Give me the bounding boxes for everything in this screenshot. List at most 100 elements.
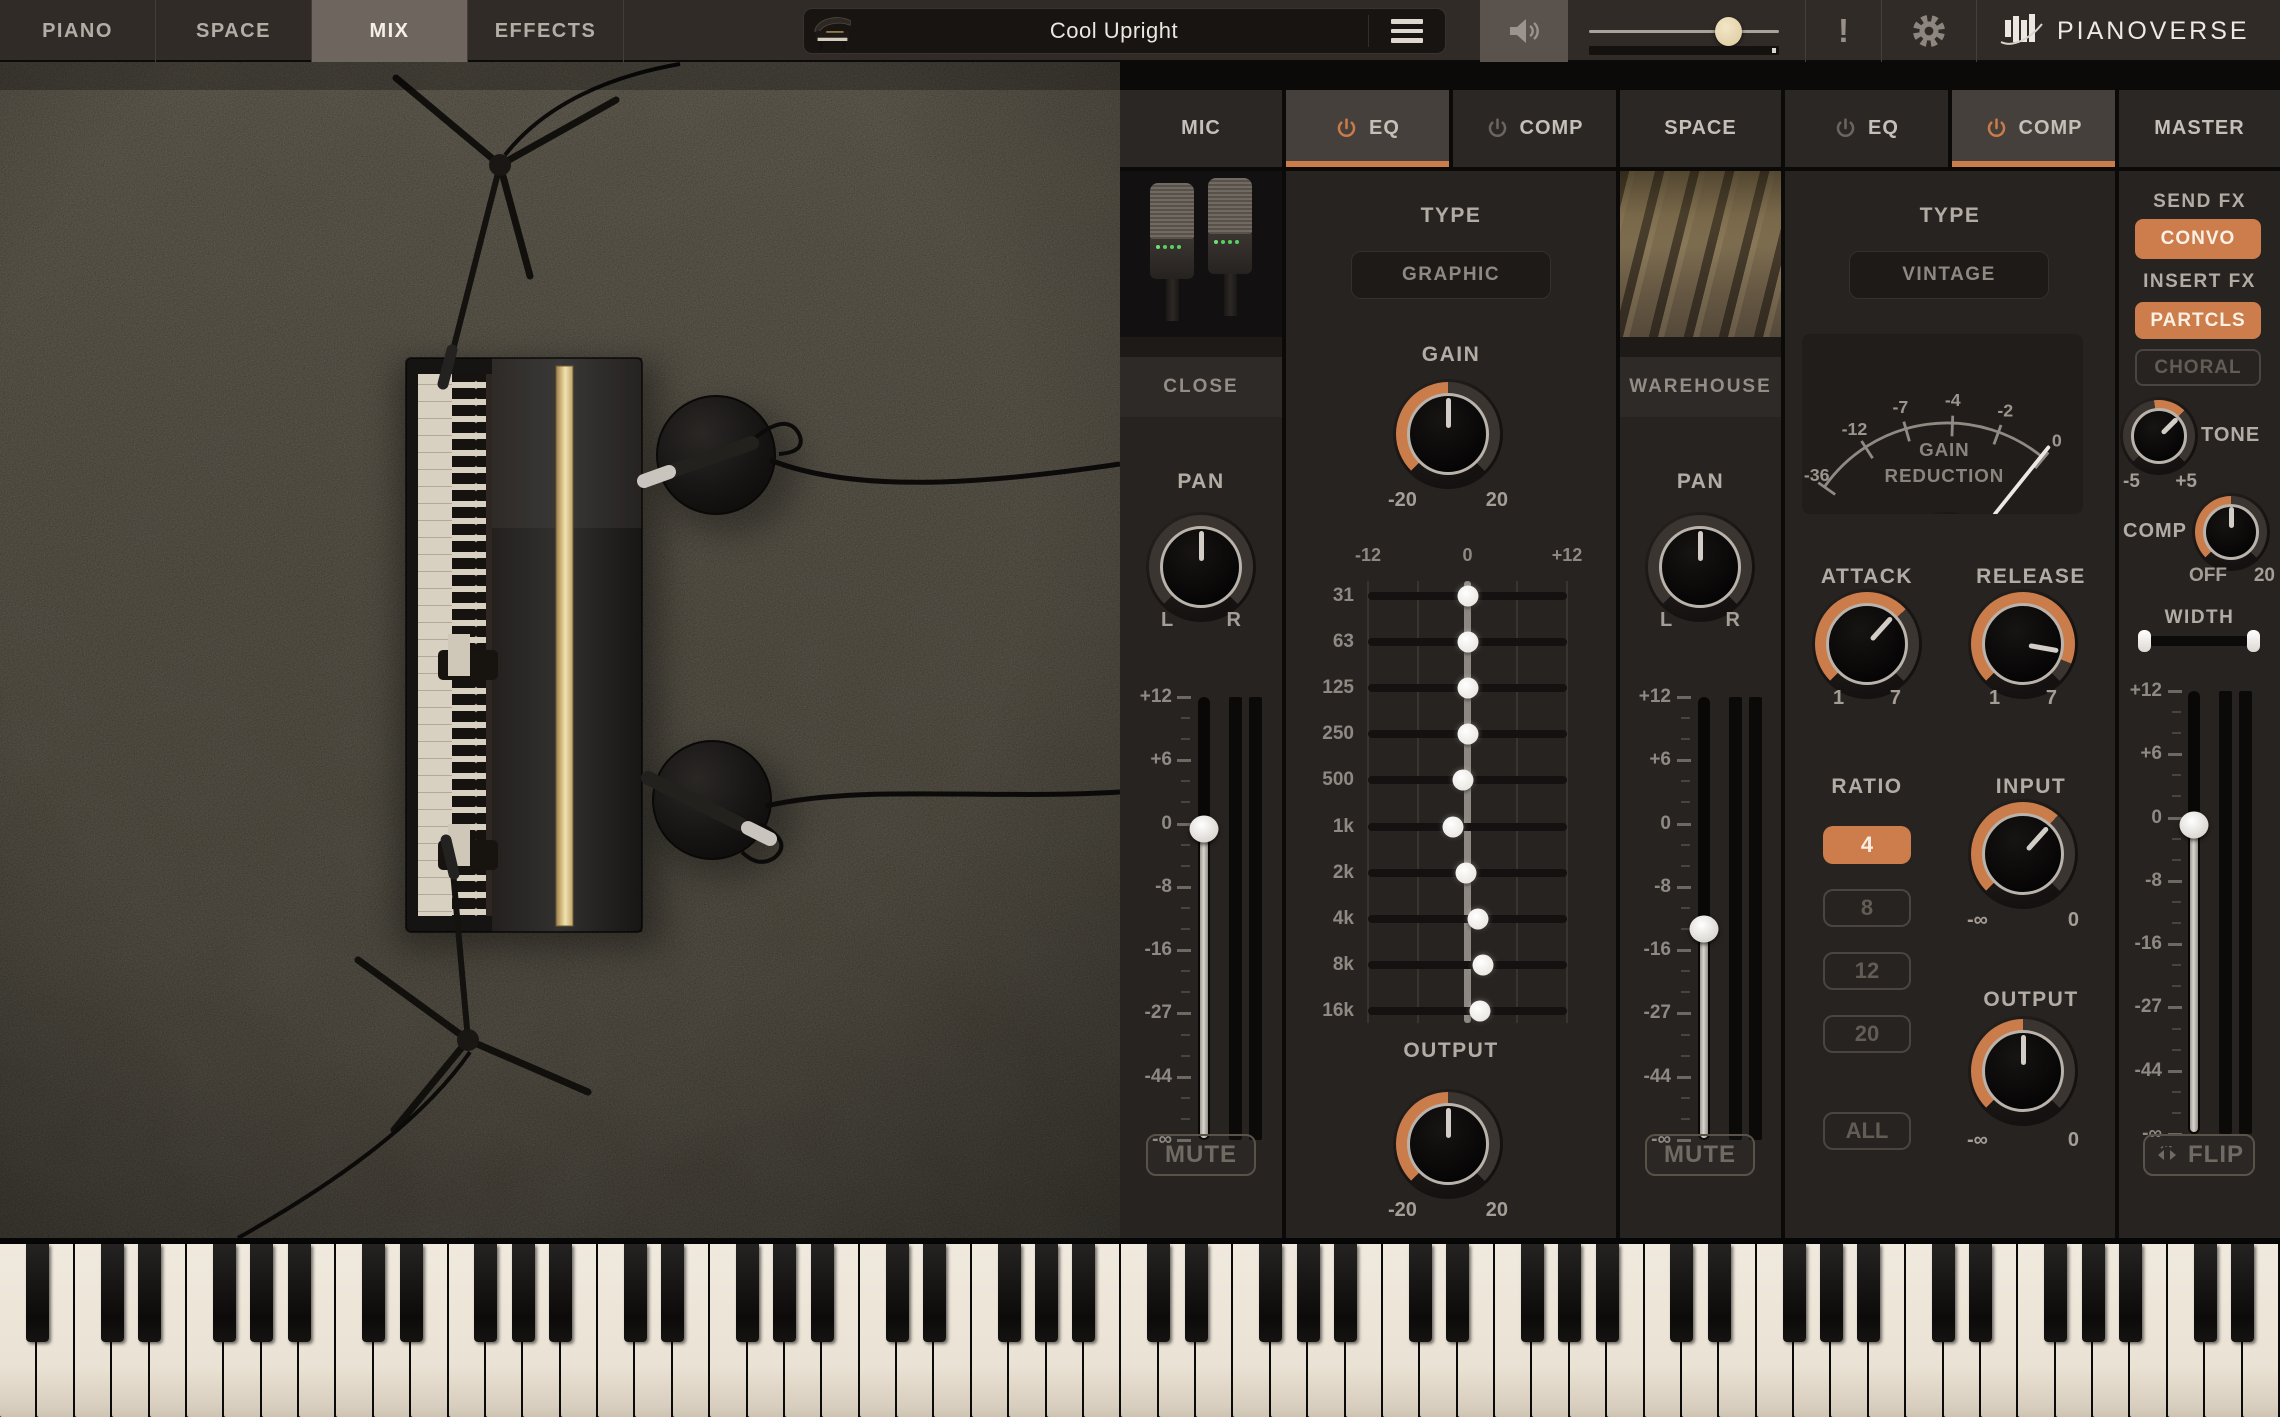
eq-band-handle[interactable] [1457,678,1478,699]
ratio-option-12[interactable]: 12 [1823,952,1911,990]
mic-pan-knob[interactable] [1149,515,1253,619]
tab-mix[interactable]: MIX [312,0,468,62]
master-fader[interactable]: +12+60-8-16-27-44-∞ [2119,691,2280,1134]
fader-handle[interactable] [1190,816,1219,843]
black-key[interactable] [2044,1244,2067,1342]
eq-output-knob[interactable] [1396,1092,1500,1196]
release-knob[interactable] [1971,592,2075,696]
power-icon[interactable] [1486,117,1509,140]
speaker-icon[interactable] [1480,0,1568,62]
width-slider[interactable] [2138,630,2260,652]
eq-band-handle[interactable] [1452,770,1473,791]
black-key[interactable] [1035,1244,1058,1342]
fader-handle[interactable] [2180,811,2209,838]
attack-knob[interactable] [1815,592,1919,696]
eq-type-button[interactable]: GRAPHIC [1351,251,1551,299]
black-key[interactable] [474,1244,497,1342]
black-key[interactable] [998,1244,1021,1342]
ratio-option-4[interactable]: 4 [1823,826,1911,864]
black-key[interactable] [1820,1244,1843,1342]
black-key[interactable] [549,1244,572,1342]
convo-button[interactable]: CONVO [2135,219,2261,259]
tone-knob[interactable] [2123,400,2195,472]
ratio-option-20[interactable]: 20 [1823,1015,1911,1053]
mic-position-label[interactable]: CLOSE [1120,357,1282,417]
channel-tab-space-comp[interactable]: COMP [1952,90,2115,167]
eq-band-handle[interactable] [1468,908,1489,929]
black-key[interactable] [512,1244,535,1342]
eq-gain-knob[interactable] [1396,382,1500,486]
space-type-label[interactable]: WAREHOUSE [1620,357,1781,417]
black-key[interactable] [661,1244,684,1342]
black-key[interactable] [1932,1244,1955,1342]
eq-band-handle[interactable] [1457,724,1478,745]
settings-gear-icon[interactable] [1882,11,1976,51]
preset-menu-icon[interactable] [1369,9,1445,53]
eq-band-track[interactable] [1368,823,1567,831]
fader-track[interactable] [1196,697,1212,1140]
eq-band-handle[interactable] [1457,632,1478,653]
power-icon[interactable] [1834,117,1857,140]
black-key[interactable] [1521,1244,1544,1342]
eq-band-track[interactable] [1368,961,1567,969]
choral-button[interactable]: CHORAL [2135,349,2261,386]
black-key[interactable] [1446,1244,1469,1342]
channel-tab-mic[interactable]: MIC [1120,90,1282,167]
mic-fader[interactable]: +12+60-8-16-27-44-∞ [1120,697,1282,1140]
black-key[interactable] [1072,1244,1095,1342]
black-key[interactable] [811,1244,834,1342]
tab-piano[interactable]: PIANO [0,0,156,62]
volume-handle[interactable] [1715,17,1742,46]
black-key[interactable] [213,1244,236,1342]
black-key[interactable] [101,1244,124,1342]
partcls-button[interactable]: PARTCLS [2135,302,2261,339]
black-key[interactable] [773,1244,796,1342]
black-key[interactable] [1297,1244,1320,1342]
flip-button[interactable]: FLIP [2143,1134,2255,1176]
eq-band-handle[interactable] [1473,954,1494,975]
black-key[interactable] [1185,1244,1208,1342]
channel-tab-master[interactable]: MASTER [2119,90,2280,167]
black-key[interactable] [2082,1244,2105,1342]
black-key[interactable] [923,1244,946,1342]
black-key[interactable] [400,1244,423,1342]
channel-tab-mic-comp[interactable]: COMP [1453,90,1616,167]
width-handle-left[interactable] [2138,630,2151,652]
ratio-option-8[interactable]: 8 [1823,889,1911,927]
channel-tab-mic-eq[interactable]: EQ [1286,90,1449,167]
power-icon[interactable] [1335,117,1358,140]
eq-band-handle[interactable] [1457,586,1478,607]
tab-space[interactable]: SPACE [156,0,312,62]
fader-handle[interactable] [1690,916,1719,943]
tab-effects[interactable]: EFFECTS [468,0,624,62]
black-key[interactable] [1857,1244,1880,1342]
black-key[interactable] [362,1244,385,1342]
mic-mute-button[interactable]: MUTE [1146,1134,1256,1176]
preset-selector[interactable]: Cool Upright [803,8,1446,54]
power-icon[interactable] [1985,117,2008,140]
black-key[interactable] [26,1244,49,1342]
black-key[interactable] [2119,1244,2142,1342]
black-key[interactable] [886,1244,909,1342]
volume-slider[interactable] [1589,30,1779,33]
fader-track[interactable] [1696,697,1712,1140]
space-fader[interactable]: +12+60-8-16-27-44-∞ [1620,697,1781,1140]
black-key[interactable] [138,1244,161,1342]
black-key[interactable] [1334,1244,1357,1342]
black-key[interactable] [1708,1244,1731,1342]
channel-tab-space-eq[interactable]: EQ [1785,90,1948,167]
fader-track[interactable] [2186,691,2202,1134]
black-key[interactable] [1783,1244,1806,1342]
comp-type-button[interactable]: VINTAGE [1849,251,2049,299]
eq-band-handle[interactable] [1469,1000,1490,1021]
width-handle-right[interactable] [2247,630,2260,652]
black-key[interactable] [1147,1244,1170,1342]
black-key[interactable] [2194,1244,2217,1342]
black-key[interactable] [736,1244,759,1342]
eq-band-handle[interactable] [1455,862,1476,883]
black-key[interactable] [250,1244,273,1342]
channel-tab-space[interactable]: SPACE [1620,90,1781,167]
black-key[interactable] [1409,1244,1432,1342]
black-key[interactable] [2231,1244,2254,1342]
eq-band-track[interactable] [1368,1007,1567,1015]
